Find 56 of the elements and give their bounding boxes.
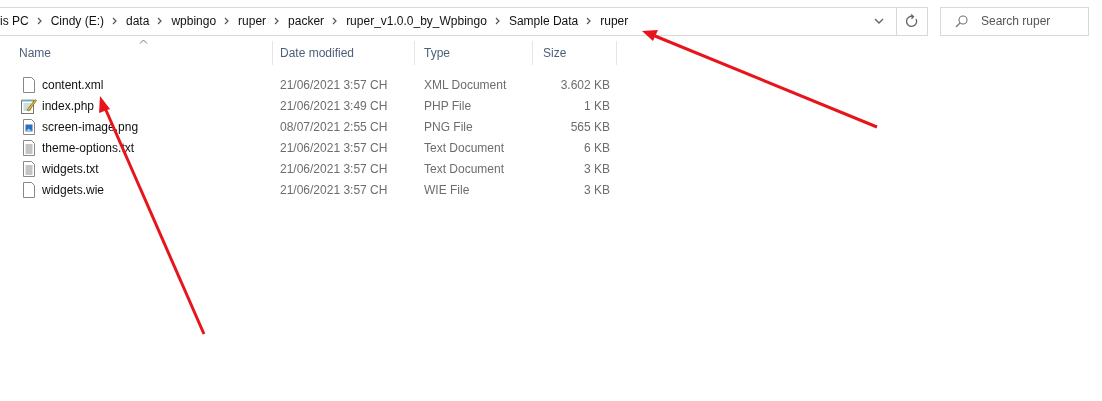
chevron-icon <box>274 17 281 25</box>
refresh-button[interactable] <box>897 6 928 36</box>
chevron-icon <box>157 17 164 25</box>
date-cell-text: 21/06/2021 3:57 CH <box>279 182 389 197</box>
search-icon <box>955 14 968 28</box>
column-header[interactable]: Date modified <box>273 41 415 65</box>
chevron-icon <box>36 17 43 25</box>
breadcrumb-item[interactable]: is PC <box>0 14 29 28</box>
type-cell-text: PHP File <box>423 98 473 113</box>
text-file-icon <box>21 139 37 156</box>
refresh-icon <box>905 14 919 28</box>
type-cell-text: XML Document <box>423 77 508 92</box>
size-cell-text: 3 KB <box>583 182 611 197</box>
breadcrumb-item[interactable]: ruper <box>600 14 629 28</box>
size-cell-text: 3 KB <box>583 161 611 176</box>
file-icon <box>21 181 37 198</box>
chevron-icon <box>494 17 501 25</box>
size-cell-text: 1 KB <box>583 98 611 113</box>
image-file-icon <box>21 118 37 135</box>
address-bar[interactable]: is PC Cindy (E:) data wpbingo ruper packer ruper_v1.0.0_by_Wpbingo Sample Data ruper <box>0 6 897 36</box>
type-cell-text: Text Document <box>423 161 506 176</box>
chevron-icon <box>586 17 593 25</box>
dropdown-icon[interactable] <box>874 18 884 24</box>
notepad-icon <box>21 97 37 114</box>
date-cell-text: 21/06/2021 3:57 CH <box>279 77 389 92</box>
file-name[interactable]: index.php <box>42 98 95 113</box>
column-header[interactable]: Type <box>415 41 533 65</box>
breadcrumb-item[interactable]: packer <box>288 14 325 28</box>
file-name[interactable]: widgets.wie <box>42 182 105 197</box>
breadcrumb-item[interactable]: data <box>126 14 150 28</box>
breadcrumb-item[interactable]: ruper_v1.0.0_by_Wpbingo <box>346 14 487 28</box>
date-cell-text: 08/07/2021 2:55 CH <box>279 119 389 134</box>
file-name[interactable]: content.xml <box>42 77 104 92</box>
size-cell-text: 565 KB <box>569 119 611 134</box>
chevron-icon <box>112 17 118 25</box>
breadcrumb-item[interactable]: Sample Data <box>508 14 579 28</box>
date-cell-text: 21/06/2021 3:49 CH <box>279 98 389 113</box>
size-cell-text: 3.602 KB <box>559 77 611 92</box>
search-field[interactable]: Search ruper <box>940 6 1089 36</box>
type-cell-text: PNG File <box>423 119 474 134</box>
breadcrumb-item[interactable]: ruper <box>238 14 267 28</box>
text-file-icon <box>21 160 37 177</box>
file-name[interactable]: widgets.txt <box>42 161 99 176</box>
date-cell-text: 21/06/2021 3:57 CH <box>279 140 389 155</box>
date-cell-text: 21/06/2021 3:57 CH <box>279 161 389 176</box>
type-cell-text: Text Document <box>423 140 506 155</box>
type-cell-text: WIE File <box>423 182 471 197</box>
chevron-icon <box>224 17 231 25</box>
breadcrumb-item[interactable]: wpbingo <box>171 14 217 28</box>
column-header[interactable]: Size <box>533 41 617 65</box>
file-icon <box>21 76 37 93</box>
size-cell-text: 6 KB <box>583 140 611 155</box>
chevron-icon <box>332 17 339 25</box>
sort-icon <box>139 39 148 44</box>
breadcrumb-item[interactable]: Cindy (E:) <box>50 14 104 28</box>
column-header[interactable]: Name <box>0 41 273 65</box>
